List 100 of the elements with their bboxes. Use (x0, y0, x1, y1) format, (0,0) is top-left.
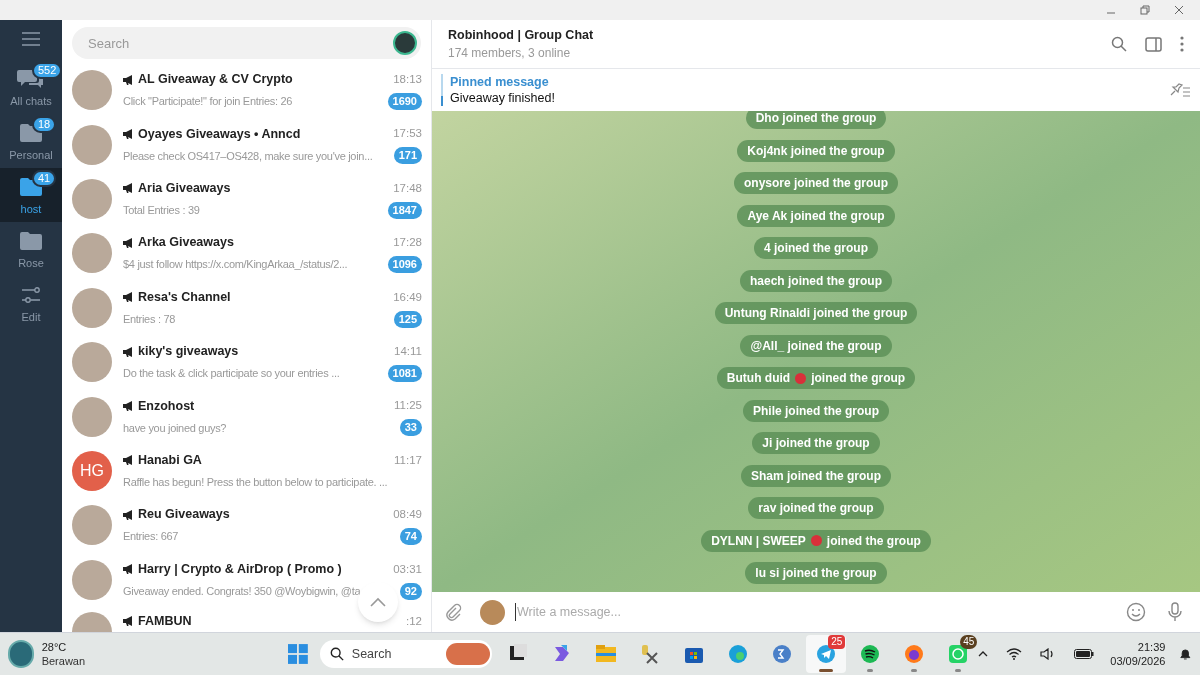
unread-badge: 552 (32, 62, 63, 79)
chat-name: Resa's Channel (138, 288, 231, 306)
chevron-up-icon[interactable] (978, 651, 989, 657)
megaphone-icon (123, 346, 134, 357)
service-message: rav joined the group (748, 497, 884, 519)
start-icon[interactable] (288, 643, 308, 665)
folder-tab[interactable]: Edit (0, 276, 62, 330)
sidebar-icon[interactable] (1145, 36, 1162, 52)
message-preview: Entries: 667 (123, 529, 179, 545)
search-field[interactable]: Search (72, 27, 421, 59)
chat-time: 17:53 (393, 126, 422, 142)
megaphone-icon (123, 616, 134, 627)
chat-name: Aria Giveaways (138, 180, 231, 198)
taskbar-search[interactable]: Search (319, 640, 493, 668)
pin-list-icon[interactable] (1169, 83, 1191, 97)
chat-list-item[interactable]: Aria Giveaways 17:48 Total Entries : 39 1847 (62, 171, 431, 227)
chat-app-icon (947, 643, 970, 665)
avatar-photo (72, 287, 112, 328)
battery-icon[interactable] (1074, 649, 1095, 659)
bell-icon[interactable] (1179, 647, 1192, 661)
chat-name: Enzohost (138, 397, 195, 415)
service-text: joined the group (826, 532, 921, 550)
chat-name: Hanabi GA (138, 452, 202, 470)
service-message: @All_ joined the group (740, 334, 892, 357)
megaphone-icon (123, 455, 134, 466)
chat-name: Arka Giveaways (138, 234, 234, 252)
chat-list-item[interactable]: Resa's Channel 16:49 Entries : 78 125 (62, 280, 431, 335)
message-preview: Click "Participate!" for join Entries: 26 (123, 94, 293, 110)
megaphone-icon (123, 292, 134, 303)
more-icon[interactable] (1180, 36, 1184, 52)
folder-tab[interactable]: Rose (0, 222, 62, 276)
weather-icon[interactable] (8, 640, 34, 668)
chat-list-item[interactable]: Arka Giveaways 17:28 $4 just follow https://x.com/KingArkaa_/status/2... 1096 (62, 226, 431, 281)
taskbar-app-icon[interactable]: 25 (806, 635, 847, 673)
megaphone-icon (123, 401, 134, 412)
service-message: lu si joined the group (745, 562, 887, 584)
chat-time: 11:25 (394, 398, 422, 414)
restore-icon[interactable] (1140, 5, 1150, 15)
chat-list-item[interactable]: Oyayes Giveaways • Anncd 17:53 Please check OS417–OS428, make sure you've join... 171 (62, 117, 431, 172)
unread-badge: 1081 (387, 365, 422, 382)
chat-time: 16:49 (393, 289, 422, 305)
emoji-icon (795, 372, 807, 384)
unread-badge: 92 (399, 582, 422, 600)
message-preview: $4 just follow https://x.com/KingArkaa_/status/2... (123, 257, 348, 273)
avatar-photo (72, 559, 112, 600)
message-preview: Please check OS417–OS428, make sure you've join... (123, 148, 373, 164)
sliders-icon (21, 287, 41, 303)
chat-name: AL Giveaway & CV Crypto (138, 71, 293, 89)
chat-time: 17:28 (393, 235, 422, 251)
chat-name: Reu Giveaways (138, 506, 230, 524)
megaphone-icon (123, 183, 134, 194)
message-preview: Giveaway ended. Congrats! 350 @Woybigwin, @ta (123, 583, 361, 599)
megaphone-icon (123, 74, 134, 85)
clock-date[interactable]: 03/09/2026 (1110, 654, 1166, 668)
close-icon[interactable] (1174, 5, 1184, 15)
chat-list-item[interactable]: HG Hanabi GA 11:17 Raffle has begun! Press the button below to participate. ... (62, 443, 431, 499)
chat-time: :12 (406, 613, 422, 629)
microphone-icon[interactable] (1168, 602, 1182, 622)
service-message: 4 joined the group (754, 237, 878, 259)
avatar-photo (72, 342, 112, 383)
message-preview: have you joined guys? (123, 420, 227, 436)
service-message: Aye Ak joined the group (737, 204, 895, 227)
service-text: joined the group (811, 370, 906, 387)
message-preview: Total Entries : 39 (123, 203, 200, 219)
attach-icon[interactable] (444, 603, 462, 621)
chat-time: 03:31 (393, 561, 422, 577)
chat-name: Harry | Crypto & AirDrop ( Promo ) (138, 560, 342, 578)
message-field[interactable]: Write a message... (515, 602, 1126, 622)
service-message: Dho joined the group (745, 111, 887, 129)
user-avatar[interactable] (480, 599, 505, 625)
pinned-text: Giveaway finished! (450, 90, 556, 106)
wifi-icon[interactable] (1006, 648, 1023, 660)
browser-icon (727, 643, 750, 665)
unread-badge: 74 (399, 528, 422, 546)
service-message: Phile joined the group (743, 399, 889, 422)
megaphone-icon (123, 509, 134, 520)
chat-time: 14:11 (394, 344, 422, 359)
chat-time: 11:17 (394, 452, 422, 468)
browser-icon (903, 643, 926, 665)
chat-list-item[interactable]: Enzohost 11:25 have you joined guys? 33 (62, 389, 431, 444)
chat-list-item[interactable]: kiky's giveaways 14:11 Do the task & click participate so your entries ... 1081 (62, 334, 431, 390)
chat-list-item[interactable]: Reu Giveaways 08:49 Entries: 667 74 (62, 498, 431, 553)
avatar-photo (72, 505, 112, 546)
service-message: Ji joined the group (752, 432, 880, 454)
unread-badge: 33 (399, 419, 422, 437)
folder-tab[interactable]: 41 host (0, 168, 62, 222)
chat-time: 18:13 (393, 72, 422, 88)
menu-icon[interactable] (22, 32, 40, 46)
emoji-icon (810, 535, 822, 546)
emoji-icon[interactable] (1126, 602, 1146, 622)
search-icon (329, 647, 344, 661)
service-message: Sham joined the group (741, 464, 891, 487)
search-icon[interactable] (1111, 36, 1127, 52)
chevron-up-icon (370, 597, 386, 607)
clock-time[interactable]: 21:39 (1137, 640, 1166, 654)
folder-tab[interactable]: 18 Personal (0, 114, 62, 168)
avatar-photo (72, 70, 112, 111)
chat-list-item[interactable]: AL Giveaway & CV Crypto 18:13 Click "Participate!" for join Entries: 26 1690 (62, 63, 431, 118)
megaphone-icon (123, 129, 134, 140)
megaphone-icon (123, 237, 134, 248)
